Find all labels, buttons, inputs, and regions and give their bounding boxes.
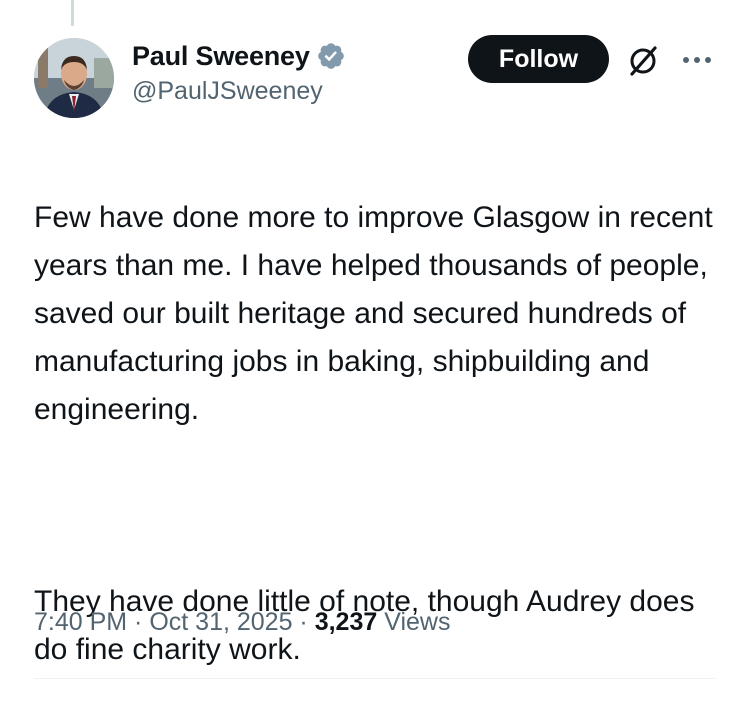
tweet-meta: 7:40 PM · Oct 31, 2025 · 3,237 Views bbox=[34, 608, 450, 637]
profile-photo-icon bbox=[34, 38, 114, 118]
meta-separator: · bbox=[292, 608, 315, 636]
verified-badge-icon[interactable] bbox=[316, 41, 346, 71]
author-display-name[interactable]: Paul Sweeney bbox=[132, 41, 310, 72]
divider bbox=[34, 678, 716, 679]
tweet-paragraph: Few have done more to improve Glasgow in… bbox=[34, 201, 713, 426]
views-count[interactable]: 3,237 bbox=[315, 608, 378, 637]
meta-separator: · bbox=[127, 608, 150, 636]
author-name-row: Paul Sweeney bbox=[132, 38, 346, 74]
tweet-time[interactable]: 7:40 PM bbox=[34, 608, 127, 637]
follow-button[interactable]: Follow bbox=[468, 35, 609, 83]
thread-connector-line bbox=[71, 0, 74, 26]
tweet-date[interactable]: Oct 31, 2025 bbox=[149, 608, 292, 637]
grok-icon[interactable] bbox=[626, 44, 660, 78]
views-gap bbox=[377, 608, 384, 637]
views-label[interactable]: Views bbox=[384, 608, 450, 637]
author-handle[interactable]: @PaulJSweeney bbox=[132, 77, 323, 106]
avatar[interactable] bbox=[34, 38, 114, 118]
more-options-icon[interactable] bbox=[680, 48, 714, 72]
